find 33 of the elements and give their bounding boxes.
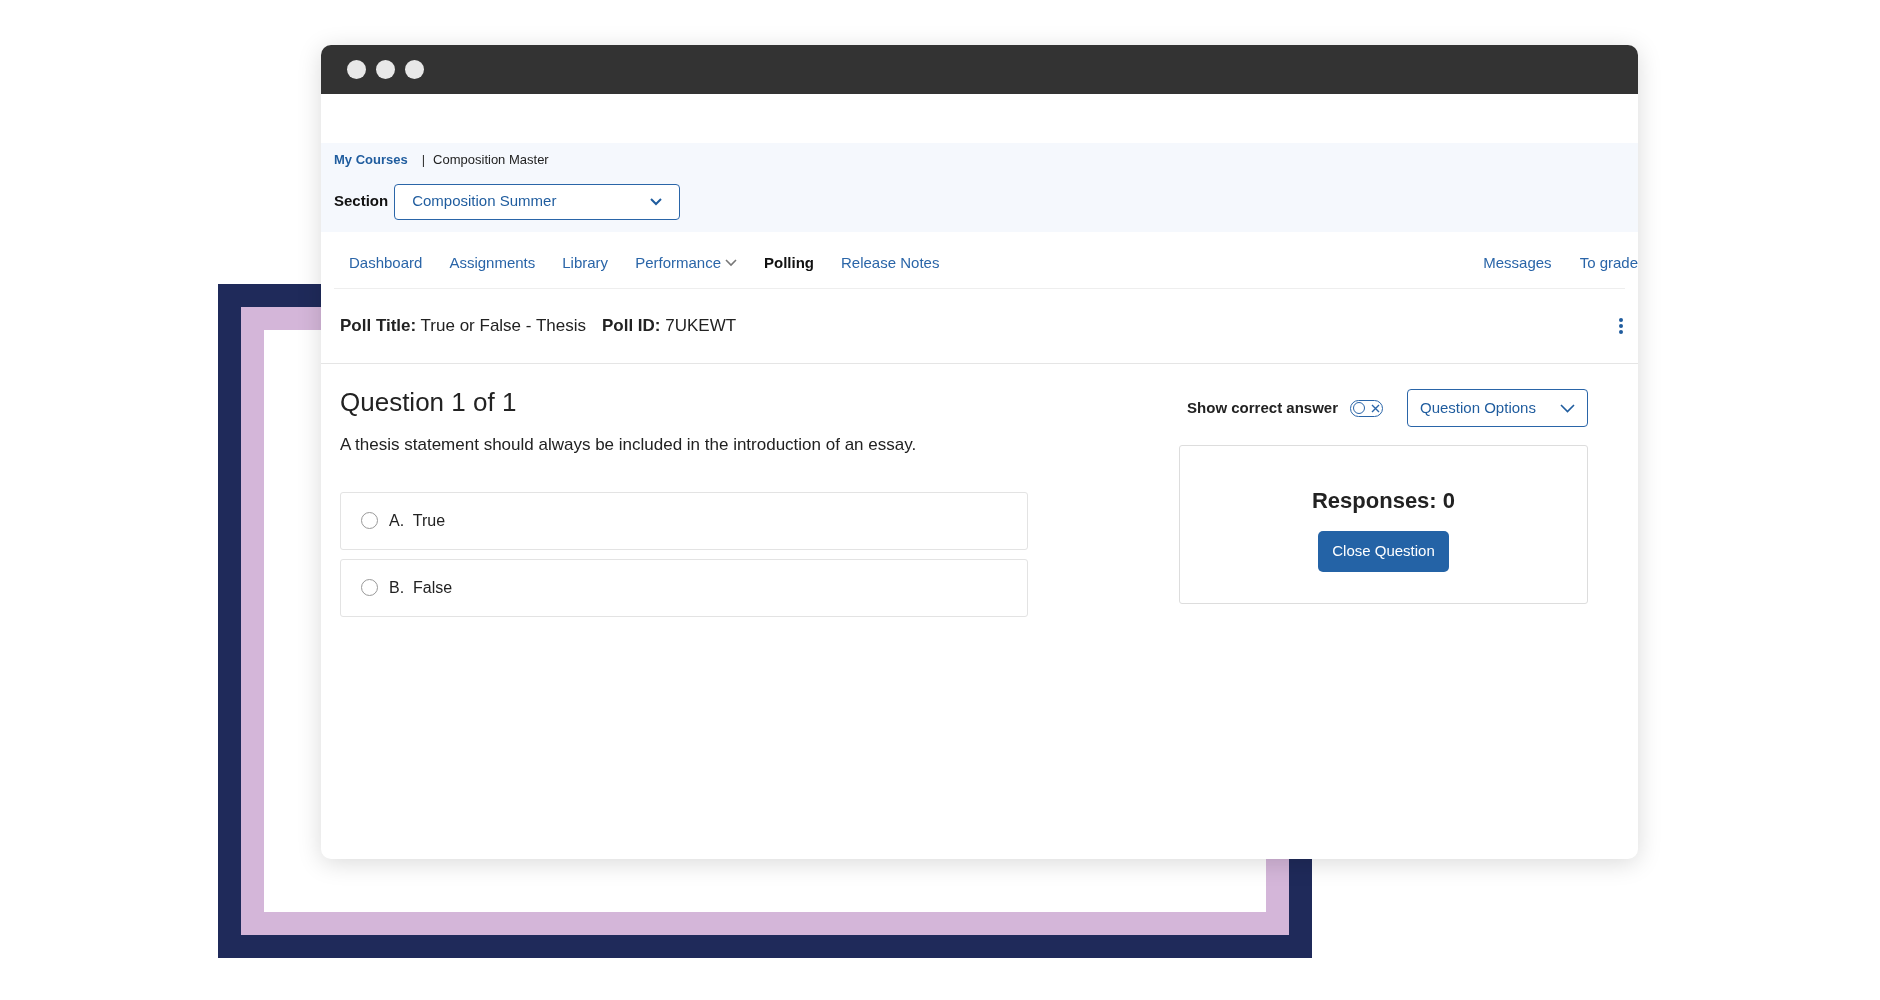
option-text: A. True — [389, 510, 446, 531]
nav-tab[interactable]: Assignments — [449, 251, 536, 275]
show-correct-answer-label: Show correct answer — [1187, 397, 1338, 418]
nav-tab[interactable]: Polling — [764, 251, 814, 275]
nav-tab[interactable]: Messages — [1483, 251, 1552, 275]
question-heading: Question 1 of 1 — [340, 386, 518, 418]
poll-title: Poll Title: True or False - Thesis — [340, 315, 586, 338]
chevron-down-icon — [725, 259, 737, 267]
nav-tab[interactable]: Library — [562, 251, 609, 275]
window-control-icon[interactable] — [405, 60, 424, 79]
section-label: Section — [334, 191, 389, 212]
chevron-down-icon — [1560, 403, 1575, 413]
chevron-down-icon — [650, 197, 663, 206]
nav-tab[interactable]: To grade — [1579, 251, 1638, 275]
more-options-icon[interactable] — [1618, 317, 1624, 335]
nav-tab[interactable]: Performance — [635, 251, 737, 275]
window-control-icon[interactable] — [347, 60, 366, 79]
breadcrumb-separator: | — [421, 151, 426, 169]
answer-option[interactable]: B. False — [340, 558, 1028, 617]
question-text: A thesis statement should always be included in the introduction of an essay. — [340, 434, 918, 456]
breadcrumb-link[interactable]: My Courses — [334, 150, 408, 170]
x-icon — [1371, 403, 1380, 413]
answer-option[interactable]: A. True — [340, 491, 1028, 550]
breadcrumb-current: Composition Master — [433, 151, 549, 169]
question-options-dropdown[interactable]: Question Options — [1407, 389, 1588, 427]
nav-tab[interactable]: Release Notes — [841, 251, 940, 275]
section-dropdown[interactable]: Composition Summer — [394, 183, 681, 220]
option-text: B. False — [389, 577, 453, 598]
window-control-icon[interactable] — [376, 60, 395, 79]
nav-tab[interactable]: Dashboard — [349, 251, 423, 275]
responses-count: Responses: 0 — [1311, 487, 1456, 515]
poll-id: Poll ID: 7UKEWT — [601, 315, 737, 338]
close-question-button[interactable]: Close Question — [1318, 531, 1449, 572]
